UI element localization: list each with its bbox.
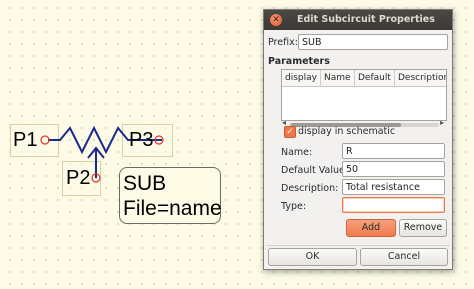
display-in-schematic-label[interactable]: display in schematic bbox=[298, 126, 395, 137]
description-label: Description: bbox=[281, 183, 339, 194]
subcircuit-prefix-text: SUB bbox=[123, 172, 167, 195]
dialog-title: Edit Subcircuit Properties bbox=[297, 14, 435, 25]
type-label: Type: bbox=[281, 201, 307, 212]
parameters-heading: Parameters bbox=[268, 56, 330, 67]
cancel-button[interactable]: Cancel bbox=[360, 248, 448, 266]
prefix-input[interactable]: SUB bbox=[298, 34, 448, 50]
prefix-label: Prefix: bbox=[268, 37, 298, 48]
column-header-display[interactable]: display bbox=[282, 70, 321, 86]
pin-label-p3: P3 bbox=[129, 129, 154, 151]
dialog-titlebar[interactable]: ✕ Edit Subcircuit Properties bbox=[264, 10, 452, 30]
pin-label-p2: P2 bbox=[66, 167, 91, 189]
default-value-input[interactable]: 50 bbox=[342, 161, 445, 177]
add-button[interactable]: Add bbox=[346, 219, 396, 237]
ok-button[interactable]: OK bbox=[268, 248, 357, 266]
name-label: Name: bbox=[281, 147, 313, 158]
scroll-right-icon[interactable]: ▸ bbox=[440, 118, 444, 127]
remove-button[interactable]: Remove bbox=[399, 219, 447, 237]
description-input[interactable]: Total resistance bbox=[342, 179, 445, 195]
edit-subcircuit-dialog: ✕ Edit Subcircuit Properties Prefix: SUB… bbox=[263, 9, 453, 270]
name-input[interactable]: R bbox=[342, 143, 445, 159]
type-input[interactable] bbox=[342, 197, 445, 213]
dialog-separator bbox=[266, 245, 450, 246]
pin-p1-circle bbox=[40, 135, 50, 145]
subcircuit-file-text: File=name bbox=[123, 197, 222, 220]
close-icon[interactable]: ✕ bbox=[270, 14, 282, 26]
display-in-schematic-checkbox[interactable]: ✓ bbox=[284, 126, 296, 138]
parameters-table-header: display Name Default Description bbox=[282, 70, 446, 87]
column-header-name[interactable]: Name bbox=[321, 70, 355, 86]
pin-label-p1: P1 bbox=[13, 129, 38, 151]
default-value-label: Default Value: bbox=[281, 165, 349, 176]
column-header-default[interactable]: Default bbox=[355, 70, 395, 86]
column-header-description[interactable]: Description bbox=[395, 70, 446, 86]
parameters-table[interactable]: display Name Default Description bbox=[281, 69, 447, 121]
